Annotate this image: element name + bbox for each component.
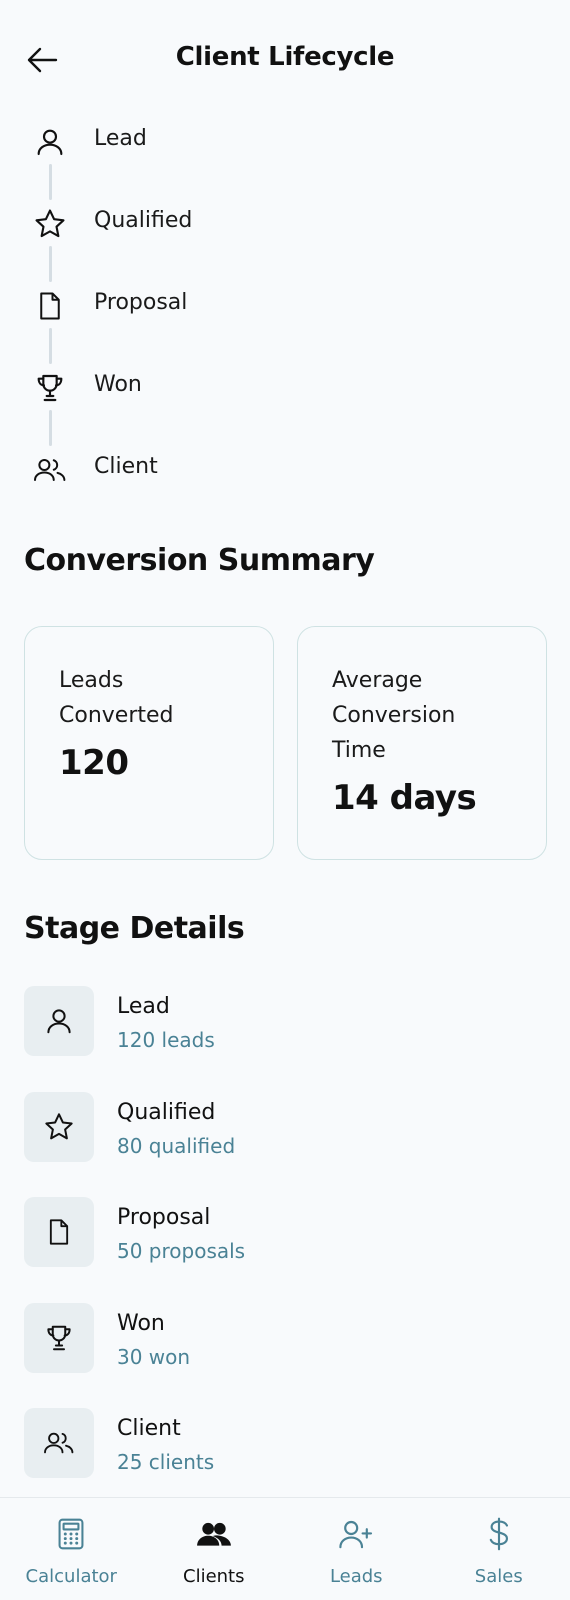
nav-item-sales[interactable]: Sales xyxy=(428,1498,570,1600)
timeline-label: Won xyxy=(94,372,142,397)
summary-card-leads-converted: Leads Converted 120 xyxy=(24,626,274,860)
users-icon xyxy=(32,452,68,488)
stage-details-title: Stage Details xyxy=(24,911,245,946)
timeline-label: Lead xyxy=(94,126,147,151)
stage-count: 80 qualified xyxy=(117,1133,236,1158)
dollar-icon xyxy=(481,1516,517,1552)
stage-icon-box xyxy=(24,1302,94,1373)
stage-icon-box xyxy=(24,986,94,1056)
stage-item-proposal[interactable]: Proposal 50 proposals xyxy=(24,1197,544,1303)
stage-item-won[interactable]: Won 30 won xyxy=(24,1302,544,1409)
nav-label: Sales xyxy=(474,1566,523,1587)
file-icon xyxy=(32,288,68,324)
stage-item-qualified[interactable]: Qualified 80 qualified xyxy=(24,1091,544,1198)
summary-card-average-conversion-time: Average Conversion Time 14 days xyxy=(297,626,547,860)
calculator-icon xyxy=(53,1516,89,1552)
bottom-nav: Calculator Clients Leads Sales xyxy=(0,1497,570,1600)
star-icon xyxy=(45,1112,73,1139)
user-icon xyxy=(47,1009,71,1034)
timeline-connector xyxy=(49,328,52,364)
trophy-icon xyxy=(32,370,68,406)
stage-icon-box xyxy=(24,1408,94,1478)
client-lifecycle-screen: Client Lifecycle Lead Qualified Proposal xyxy=(0,0,570,1600)
timeline-item-client: Client xyxy=(24,442,424,524)
stage-name: Lead xyxy=(117,994,170,1019)
card-value: 120 xyxy=(59,743,129,783)
card-label: Average Conversion Time xyxy=(332,668,456,763)
user-icon xyxy=(32,124,68,160)
stage-name: Proposal xyxy=(117,1205,211,1230)
stage-count: 50 proposals xyxy=(117,1239,246,1263)
star-icon xyxy=(32,206,68,242)
timeline-item-lead: Lead xyxy=(24,114,424,200)
timeline-connector xyxy=(49,164,52,200)
stage-icon-box xyxy=(24,1091,94,1162)
stage-count: 30 won xyxy=(117,1344,191,1369)
stage-count: 120 leads xyxy=(117,1028,215,1052)
timeline-label: Proposal xyxy=(94,290,188,315)
conversion-summary-title: Conversion Summary xyxy=(24,543,375,578)
stage-item-lead[interactable]: Lead 120 leads xyxy=(24,986,544,1092)
timeline-item-won: Won xyxy=(24,360,424,446)
card-label: Leads Converted xyxy=(59,668,174,728)
nav-item-calculator[interactable]: Calculator xyxy=(0,1498,143,1600)
stage-icon-box xyxy=(24,1197,94,1267)
timeline-connector xyxy=(49,410,52,446)
nav-label: Leads xyxy=(329,1566,383,1587)
nav-item-clients[interactable]: Clients xyxy=(143,1498,286,1600)
timeline-label: Qualified xyxy=(94,208,193,233)
card-value: 14 days xyxy=(332,778,477,818)
timeline-label: Client xyxy=(94,454,158,479)
lifecycle-timeline: Lead Qualified Proposal Won Client xyxy=(24,114,424,524)
stage-name: Qualified xyxy=(117,1099,216,1125)
nav-item-leads[interactable]: Leads xyxy=(285,1498,428,1600)
stage-count: 25 clients xyxy=(117,1450,215,1474)
page-title: Client Lifecycle xyxy=(175,42,395,72)
stage-list: Lead 120 leads Qualified 80 qualified Pr… xyxy=(24,986,544,1514)
file-icon xyxy=(49,1219,69,1245)
header: Client Lifecycle xyxy=(0,28,570,88)
nav-label: Clients xyxy=(183,1566,245,1587)
timeline-connector xyxy=(49,246,52,282)
nav-label: Calculator xyxy=(25,1566,117,1587)
timeline-item-qualified: Qualified xyxy=(24,196,424,282)
stage-name: Client xyxy=(117,1416,181,1441)
timeline-item-proposal: Proposal xyxy=(24,278,424,364)
users-filled-icon xyxy=(196,1516,232,1552)
user-plus-icon xyxy=(338,1516,374,1552)
stage-name: Won xyxy=(117,1310,165,1336)
users-icon xyxy=(44,1432,74,1454)
trophy-icon xyxy=(47,1325,71,1350)
